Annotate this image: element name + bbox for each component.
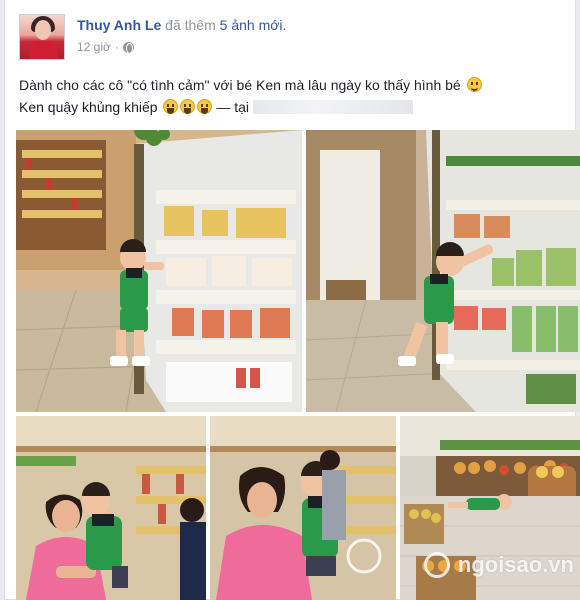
photo-count-link[interactable]: 5 ảnh mới. [220,17,287,33]
post-text: Dành cho các cô "có tình cảm" với bé Ken… [19,74,569,118]
photo-4-image [210,416,396,600]
smile-emoji-icon [466,77,482,92]
watermark-text: ngoisao.vn [457,552,574,577]
post-meta: 12 giờ · [77,40,134,54]
blurred-location [252,100,413,114]
post-headline: Thuy Anh Le đã thêm 5 ảnh mới. [77,17,286,33]
laugh-emoji-icon [197,99,213,114]
meta-separator: · [114,40,119,54]
laugh-emoji-icon [163,99,179,114]
post-photo-1[interactable] [16,130,302,412]
photo-2-image [306,130,580,412]
globe-icon[interactable] [122,41,134,54]
photo-3-image [16,416,206,600]
author-avatar[interactable] [19,14,65,60]
author-name-link[interactable]: Thuy Anh Le [77,17,161,33]
post-text-line-1: Dành cho các cô "có tình cảm" với bé Ken… [19,77,461,93]
post-timestamp[interactable]: 12 giờ [77,40,111,54]
post-action-text: đã thêm [165,17,216,33]
photo-1-image [16,130,302,412]
watermark-logo-icon [424,552,450,578]
post-location-prefix: — tại [216,99,250,115]
post-photo-3[interactable] [16,416,206,600]
post-photo-4[interactable] [210,416,396,600]
laugh-emoji-icon [180,99,196,114]
post-header: Thuy Anh Le đã thêm 5 ảnh mới. 12 giờ · [19,12,559,62]
post-text-line-2: Ken quậy khủng khiếp [19,99,158,115]
post-photo-2[interactable] [306,130,580,412]
